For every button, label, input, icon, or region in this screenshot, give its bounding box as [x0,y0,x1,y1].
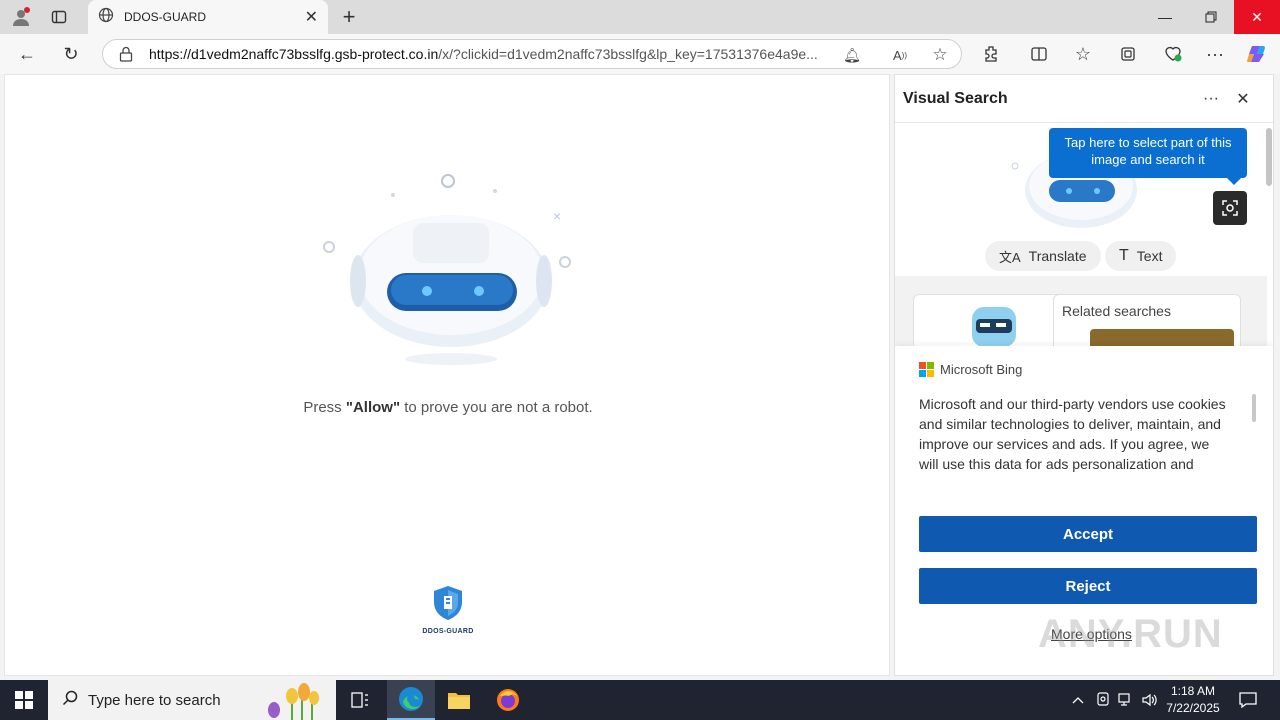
flowers-decoration-icon [268,683,319,720]
windows-start-icon[interactable] [0,680,48,720]
taskbar-search[interactable]: Type here to search [48,680,336,720]
system-clock[interactable]: 1:18 AM 7/22/2025 [1160,683,1226,717]
panel-title: Visual Search [903,89,1008,107]
search-placeholder: Type here to search [88,691,221,709]
file-explorer-icon[interactable] [435,680,483,720]
panel-more-icon[interactable]: ··· [1197,85,1225,113]
collections-icon[interactable] [1113,40,1143,68]
panel-header: Visual Search ··· ✕ [895,75,1273,123]
clock-time: 1:18 AM [1170,684,1216,698]
translate-button[interactable]: 文A Translate [985,241,1101,271]
accept-button[interactable]: Accept [919,516,1257,552]
reject-button[interactable]: Reject [919,568,1257,604]
address-toolbar: ← ↻ https://d1vedm2naffc73bsslfg.gsb-pro… [0,34,1280,74]
select-area-tooltip: Tap here to select part of this image an… [1049,128,1247,185]
search-results: Related searches [895,276,1267,364]
url-path: /x/?clickid=d1vedm2naffc73bsslfg&lp_key=… [438,46,818,62]
related-searches-label: Related searches [1062,303,1171,319]
tray-chevron-icon[interactable] [1068,680,1088,720]
tab-actions-icon[interactable] [46,4,72,30]
robot-illustration: × [321,171,581,371]
translate-icon: 文A [999,249,1021,265]
consent-scrollbar[interactable] [1252,394,1256,422]
task-view-icon[interactable] [336,680,384,720]
close-window-icon[interactable]: ✕ [1234,0,1280,34]
refresh-icon[interactable]: ↻ [56,40,86,68]
favorites-icon[interactable]: ☆ [1068,40,1098,68]
url-host: https://d1vedm2naffc73bsslfg.gsb-protect… [149,46,439,62]
search-icon [62,690,78,710]
clock-date: 7/22/2025 [1166,701,1220,715]
minimize-icon[interactable]: — [1142,0,1188,34]
edge-taskbar-icon[interactable] [387,680,435,720]
microsoft-logo-icon [919,362,934,377]
image-preview[interactable]: Tap here to select part of this image an… [895,124,1267,276]
split-screen-icon[interactable] [1024,40,1054,68]
visual-search-select-icon[interactable] [1213,191,1247,225]
notifications-icon[interactable] [1236,680,1260,720]
page-content: × Press "Allow" to prove you are not a r… [4,74,890,676]
instruction-text: Press "Allow" to prove you are not a rob… [303,399,593,416]
text-icon: T [1119,247,1129,264]
browser-title-bar: DDOS-GUARD ✕ + — ✕ [0,0,1280,34]
close-tab-icon[interactable]: ✕ [305,7,318,27]
taskbar: Type here to search 1:18 AM 7/22/2025 [0,680,1280,720]
new-tab-icon[interactable]: + [336,4,362,30]
anyrun-watermark: ANY.RUN [1038,612,1223,656]
copilot-icon[interactable] [1242,40,1272,68]
globe-icon [98,7,114,28]
firefox-icon[interactable] [484,680,532,720]
visual-search-panel: Visual Search ··· ✕ Tap here to select p… [894,74,1274,676]
ddos-guard-logo: DDOS-GUARD [415,585,481,635]
device-icon[interactable] [1093,680,1113,720]
microsoft-bing-brand: Microsoft Bing [919,362,1022,377]
browser-tab[interactable]: DDOS-GUARD ✕ [88,0,328,34]
bell-icon[interactable]: 🔔︎ [839,44,865,66]
volume-icon[interactable] [1140,680,1160,720]
panel-close-icon[interactable]: ✕ [1229,85,1257,113]
site-info-icon[interactable] [119,46,133,65]
extensions-icon[interactable] [976,40,1006,68]
favorite-star-icon[interactable]: ☆ [927,44,953,66]
more-menu-icon[interactable]: ··· [1200,40,1230,68]
back-icon[interactable]: ← [12,40,42,68]
read-aloud-icon[interactable]: A)) [887,44,913,66]
profile-icon[interactable] [8,4,34,30]
consent-text: Microsoft and our third-party vendors us… [919,396,1226,472]
url-field[interactable]: https://d1vedm2naffc73bsslfg.gsb-protect… [102,39,962,69]
panel-scrollbar[interactable] [1266,128,1272,186]
tab-title: DDOS-GUARD [124,10,207,24]
text-button[interactable]: T Text [1105,241,1177,271]
network-icon[interactable] [1116,680,1136,720]
svg-text:×: × [553,208,561,224]
restore-icon[interactable] [1188,0,1234,34]
browser-essentials-icon[interactable] [1158,40,1188,68]
